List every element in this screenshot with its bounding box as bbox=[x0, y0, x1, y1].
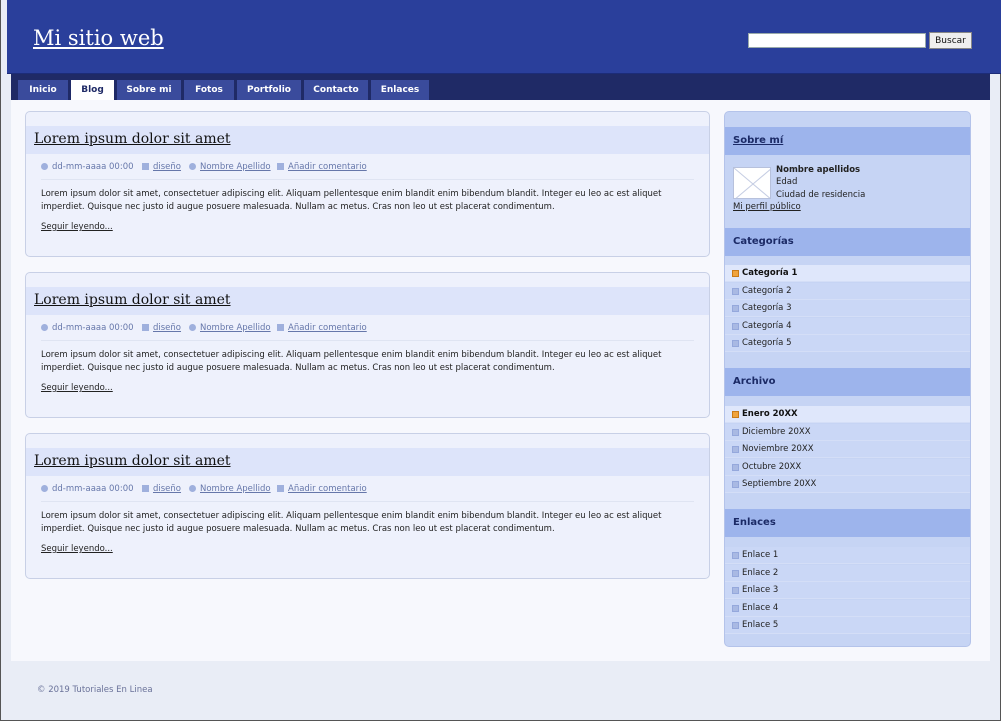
sidebar-heading-archive: Archivo bbox=[725, 368, 970, 396]
folder-icon bbox=[142, 163, 149, 170]
add-comment-link[interactable]: Añadir comentario bbox=[277, 162, 367, 172]
post-title-link[interactable]: Lorem ipsum dolor sit amet bbox=[34, 453, 231, 469]
divider bbox=[41, 340, 694, 341]
bullet-icon bbox=[732, 605, 739, 612]
comment-icon bbox=[277, 324, 284, 331]
read-more-link[interactable]: Seguir leyendo... bbox=[41, 383, 113, 393]
post-date: dd-mm-aaaa 00:00 bbox=[41, 484, 134, 494]
sidebar-item-category[interactable]: Categoría 4 bbox=[725, 318, 970, 335]
post-category-link[interactable]: diseño bbox=[142, 162, 181, 172]
blog-post: Lorem ipsum dolor sit amet dd-mm-aaaa 00… bbox=[25, 433, 710, 579]
bullet-icon bbox=[732, 481, 739, 488]
post-author-link[interactable]: Nombre Apellido bbox=[189, 484, 271, 494]
bullet-icon bbox=[732, 323, 739, 330]
add-comment-link[interactable]: Añadir comentario bbox=[277, 323, 367, 333]
profile-age: Edad bbox=[776, 177, 798, 187]
tab-fotos[interactable]: Fotos bbox=[184, 80, 234, 100]
sidebar-item-archive[interactable]: Septiembre 20XX bbox=[725, 476, 970, 493]
bullet-icon bbox=[732, 340, 739, 347]
bullet-icon bbox=[732, 622, 739, 629]
tab-sobre-mi[interactable]: Sobre mi bbox=[117, 80, 181, 100]
sidebar-item-category[interactable]: Categoría 1 bbox=[725, 265, 970, 282]
sidebar-heading-links: Enlaces bbox=[725, 509, 970, 537]
clock-icon bbox=[41, 324, 48, 331]
blog-post: Lorem ipsum dolor sit amet dd-mm-aaaa 00… bbox=[25, 111, 710, 257]
post-title-link[interactable]: Lorem ipsum dolor sit amet bbox=[34, 131, 231, 147]
post-body: Lorem ipsum dolor sit amet, consectetuer… bbox=[41, 350, 662, 373]
tab-blog[interactable]: Blog bbox=[71, 80, 114, 100]
user-icon bbox=[189, 163, 196, 170]
sidebar-heading-about[interactable]: Sobre mí bbox=[725, 127, 970, 155]
comment-icon bbox=[277, 485, 284, 492]
post-category-link[interactable]: diseño bbox=[142, 484, 181, 494]
post-date: dd-mm-aaaa 00:00 bbox=[41, 162, 134, 172]
read-more-link[interactable]: Seguir leyendo... bbox=[41, 544, 113, 554]
tab-inicio[interactable]: Inicio bbox=[18, 80, 68, 100]
profile-image bbox=[733, 167, 771, 199]
tab-enlaces[interactable]: Enlaces bbox=[371, 80, 429, 100]
bullet-icon bbox=[732, 288, 739, 295]
post-title-link[interactable]: Lorem ipsum dolor sit amet bbox=[34, 292, 231, 308]
site-header: Mi sitio web Buscar bbox=[7, 0, 1001, 74]
bullet-icon bbox=[732, 305, 739, 312]
bullet-icon bbox=[732, 570, 739, 577]
clock-icon bbox=[41, 485, 48, 492]
image-placeholder-icon bbox=[734, 168, 770, 198]
comment-icon bbox=[277, 163, 284, 170]
user-icon bbox=[189, 485, 196, 492]
post-date: dd-mm-aaaa 00:00 bbox=[41, 323, 134, 333]
divider bbox=[41, 179, 694, 180]
folder-icon bbox=[142, 485, 149, 492]
sidebar-item-archive[interactable]: Enero 20XX bbox=[725, 406, 970, 423]
user-icon bbox=[189, 324, 196, 331]
sidebar-item-category[interactable]: Categoría 3 bbox=[725, 300, 970, 317]
footer-text: © 2019 Tutoriales En Linea bbox=[37, 685, 153, 695]
sidebar-item-link[interactable]: Enlace 4 bbox=[725, 600, 970, 617]
read-more-link[interactable]: Seguir leyendo... bbox=[41, 222, 113, 232]
add-comment-link[interactable]: Añadir comentario bbox=[277, 484, 367, 494]
search-input[interactable] bbox=[748, 33, 926, 48]
sidebar-item-archive[interactable]: Diciembre 20XX bbox=[725, 424, 970, 441]
clock-icon bbox=[41, 163, 48, 170]
bullet-icon bbox=[732, 429, 739, 436]
tab-contacto[interactable]: Contacto bbox=[304, 80, 368, 100]
rss-bullet-icon bbox=[732, 411, 739, 418]
sidebar-item-link[interactable]: Enlace 3 bbox=[725, 582, 970, 599]
site-title-link[interactable]: Mi sitio web bbox=[33, 26, 164, 50]
post-title-bar: Lorem ipsum dolor sit amet bbox=[26, 287, 709, 315]
post-title-bar: Lorem ipsum dolor sit amet bbox=[26, 126, 709, 154]
sidebar-item-archive[interactable]: Noviembre 20XX bbox=[725, 441, 970, 458]
sidebar-item-link[interactable]: Enlace 5 bbox=[725, 617, 970, 634]
post-title-bar: Lorem ipsum dolor sit amet bbox=[26, 448, 709, 476]
bullet-icon bbox=[732, 446, 739, 453]
search-button[interactable]: Buscar bbox=[929, 32, 972, 49]
profile-link[interactable]: Mi perfil público bbox=[733, 201, 801, 214]
blog-post: Lorem ipsum dolor sit amet dd-mm-aaaa 00… bbox=[25, 272, 710, 418]
bullet-icon bbox=[732, 587, 739, 594]
tab-portfolio[interactable]: Portfolio bbox=[237, 80, 301, 100]
sidebar-item-category[interactable]: Categoría 2 bbox=[725, 283, 970, 300]
profile-city: Ciudad de residencia bbox=[776, 190, 866, 200]
sidebar-item-category[interactable]: Categoría 5 bbox=[725, 335, 970, 352]
rss-bullet-icon bbox=[732, 270, 739, 277]
post-body: Lorem ipsum dolor sit amet, consectetuer… bbox=[41, 511, 662, 534]
profile-name: Nombre apellidos bbox=[776, 165, 861, 175]
sidebar-item-link[interactable]: Enlace 2 bbox=[725, 565, 970, 582]
divider bbox=[41, 501, 694, 502]
sidebar-item-archive[interactable]: Octubre 20XX bbox=[725, 459, 970, 476]
post-body: Lorem ipsum dolor sit amet, consectetuer… bbox=[41, 189, 662, 212]
sidebar-item-link[interactable]: Enlace 1 bbox=[725, 547, 970, 564]
bullet-icon bbox=[732, 464, 739, 471]
post-author-link[interactable]: Nombre Apellido bbox=[189, 162, 271, 172]
sidebar-heading-categories: Categorías bbox=[725, 228, 970, 256]
sidebar: Sobre mí Nombre apellidos Edad Ciudad de… bbox=[724, 111, 971, 647]
bullet-icon bbox=[732, 552, 739, 559]
main-nav: Inicio Blog Sobre mi Fotos Portfolio Con… bbox=[11, 74, 990, 100]
folder-icon bbox=[142, 324, 149, 331]
post-category-link[interactable]: diseño bbox=[142, 323, 181, 333]
post-author-link[interactable]: Nombre Apellido bbox=[189, 323, 271, 333]
